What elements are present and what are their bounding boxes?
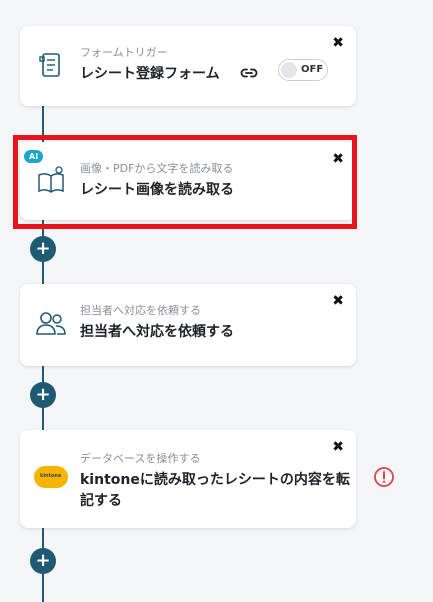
ai-badge: AI xyxy=(24,150,44,163)
close-icon[interactable]: ✖ xyxy=(332,294,344,308)
step-card-ocr[interactable]: AI 画像・PDFから文字を読み取る レシート画像を読み取る ✖ xyxy=(20,142,356,220)
people-icon xyxy=(34,306,68,340)
toggle-knob xyxy=(281,62,297,78)
step-title: レシート登録フォーム xyxy=(80,66,220,82)
step-subtitle: 担当者へ対応を依頼する xyxy=(80,304,201,317)
step-title: kintoneに読み取ったレシートの内容を転記する xyxy=(80,472,350,509)
close-icon[interactable]: ✖ xyxy=(332,152,344,166)
add-step-button[interactable]: + xyxy=(30,382,56,408)
add-step-button[interactable]: + xyxy=(30,548,56,574)
step-title: 担当者へ対応を依頼する xyxy=(80,324,234,340)
step-card-form-trigger[interactable]: フォームトリガー レシート登録フォーム OFF ✖ xyxy=(20,26,356,106)
step-subtitle: 画像・PDFから文字を読み取る xyxy=(80,162,234,175)
step-subtitle: フォームトリガー xyxy=(80,46,168,59)
book-read-icon xyxy=(34,164,68,198)
kintone-logo: kintone xyxy=(34,466,68,488)
trigger-toggle[interactable]: OFF xyxy=(278,59,328,81)
close-icon[interactable]: ✖ xyxy=(332,36,344,50)
add-step-button[interactable]: + xyxy=(30,236,56,262)
step-card-database[interactable]: kintone データベースを操作する kintoneに読み取ったレシートの内容… xyxy=(20,430,356,528)
kintone-icon: kintone xyxy=(34,460,68,494)
link-icon[interactable] xyxy=(240,64,258,82)
close-icon[interactable]: ✖ xyxy=(332,440,344,454)
step-title: レシート画像を読み取る xyxy=(80,182,234,198)
form-trigger-icon xyxy=(34,48,68,82)
step-subtitle: データベースを操作する xyxy=(80,452,201,465)
alert-circle-icon[interactable] xyxy=(373,466,395,488)
toggle-label: OFF xyxy=(301,64,324,75)
step-card-assign[interactable]: 担当者へ対応を依頼する 担当者へ対応を依頼する ✖ xyxy=(20,284,356,366)
